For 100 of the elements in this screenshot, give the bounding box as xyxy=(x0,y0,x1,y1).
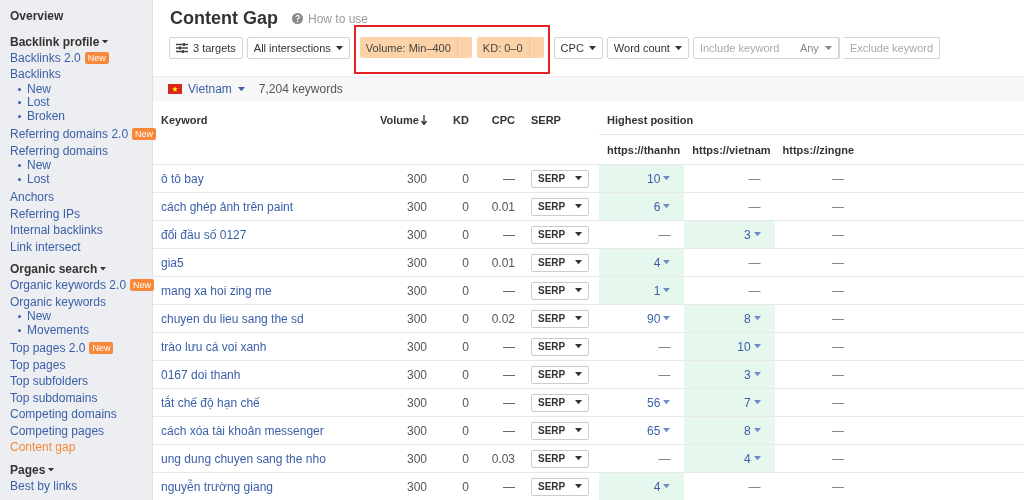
caret-down-icon xyxy=(575,288,583,293)
filter-chip[interactable]: KD: 0–0 xyxy=(476,37,544,58)
sidebar-link[interactable]: Link intersect xyxy=(10,238,81,255)
new-badge: New xyxy=(130,279,155,292)
keyword-link[interactable]: gia5 xyxy=(161,255,184,270)
sidebar-sublink[interactable]: New xyxy=(27,310,51,324)
serp-dropdown[interactable]: SERP xyxy=(531,477,590,496)
sidebar-link[interactable]: Backlinks xyxy=(10,66,61,83)
table-cell: — xyxy=(477,416,523,445)
position-link[interactable]: 6 xyxy=(653,199,671,214)
keyword-link[interactable]: nguyễn trường giang xyxy=(161,479,273,494)
position-link[interactable]: 4 xyxy=(653,255,671,270)
sidebar-sublink[interactable]: Lost xyxy=(27,172,50,186)
keyword-link[interactable]: tắt chế độ hạn chế xyxy=(161,395,260,410)
keyword-link[interactable]: 0167 doi thanh xyxy=(161,367,241,382)
sidebar-link[interactable]: Overview xyxy=(10,8,64,25)
column-header[interactable]: Volume xyxy=(359,105,435,135)
sidebar-heading[interactable]: Backlink profile xyxy=(10,33,152,50)
column-header[interactable]: CPC xyxy=(477,105,523,135)
sidebar-link[interactable]: Organic keywords 2.0 xyxy=(10,277,127,294)
filter-dropdown[interactable]: CPC xyxy=(553,37,603,59)
empty-value: — xyxy=(832,367,845,382)
position-link[interactable]: 1 xyxy=(653,283,671,298)
position-link[interactable]: 3 xyxy=(743,227,761,242)
position-link[interactable]: 65 xyxy=(646,423,671,438)
country-dropdown[interactable]: Vietnam xyxy=(168,82,245,96)
sidebar-link[interactable]: Backlinks 2.0 xyxy=(10,49,81,66)
position-link[interactable]: 10 xyxy=(737,339,761,354)
serp-dropdown[interactable]: SERP xyxy=(531,253,590,272)
empty-value: — xyxy=(832,423,845,438)
sidebar-link[interactable]: Competing pages xyxy=(10,422,105,439)
bullet-icon xyxy=(18,315,21,319)
filter-dropdown[interactable]: Word count xyxy=(606,37,689,59)
exclude-keyword-field[interactable]: Exclude keyword xyxy=(843,37,940,59)
targets-button[interactable]: 3 targets xyxy=(169,37,243,59)
filter-chip[interactable]: Volume: Min–400 xyxy=(359,37,472,58)
sidebar-link[interactable]: Competing domains xyxy=(10,406,117,423)
sidebar-link[interactable]: Referring IPs xyxy=(10,205,81,222)
position-link[interactable]: 56 xyxy=(646,395,671,410)
target-url-header[interactable]: https://thanhn xyxy=(599,134,685,165)
keyword-link[interactable]: cách ghép ảnh trên paint xyxy=(161,199,294,214)
sidebar-link[interactable]: Top subfolders xyxy=(10,373,89,390)
target-url-header[interactable]: https://vietnam xyxy=(684,134,775,165)
sidebar-link[interactable]: Referring domains xyxy=(10,142,109,159)
position-link[interactable]: 4 xyxy=(743,451,761,466)
serp-dropdown[interactable]: SERP xyxy=(531,365,590,384)
serp-dropdown[interactable]: SERP xyxy=(531,449,590,468)
position-link[interactable]: 3 xyxy=(743,367,761,382)
sidebar-sublink[interactable]: New xyxy=(27,82,51,96)
keyword-link[interactable]: đổi đầu số 0127 xyxy=(161,227,247,242)
table-cell: 300 xyxy=(359,220,435,249)
keyword-count: 7,204 keywords xyxy=(258,82,343,96)
sidebar-heading[interactable]: Organic search xyxy=(10,261,152,277)
position-link[interactable]: 90 xyxy=(646,311,671,326)
serp-dropdown[interactable]: SERP xyxy=(531,225,590,244)
serp-dropdown[interactable]: SERP xyxy=(531,421,590,440)
keyword-link[interactable]: chuyen du lieu sang the sd xyxy=(161,311,304,326)
table-cell: 300 xyxy=(359,192,435,221)
sidebar-link[interactable]: Best by links xyxy=(10,477,78,494)
keyword-link[interactable]: ung dung chuyen sang the nho xyxy=(161,451,326,466)
sidebar-heading[interactable]: Pages xyxy=(10,461,152,478)
sidebar-link[interactable]: Top pages xyxy=(10,356,66,373)
serp-dropdown[interactable]: SERP xyxy=(531,281,590,300)
serp-dropdown[interactable]: SERP xyxy=(531,197,590,216)
position-link[interactable]: 8 xyxy=(743,311,761,326)
serp-dropdown[interactable]: SERP xyxy=(531,309,590,328)
table-cell: 300 xyxy=(359,332,435,361)
table-cell: 300 xyxy=(359,388,435,417)
position-link[interactable]: 4 xyxy=(653,479,671,494)
table-cell: 300 xyxy=(359,416,435,445)
serp-dropdown[interactable]: SERP xyxy=(531,337,590,356)
intersections-dropdown[interactable]: All intersections xyxy=(246,37,350,59)
position-link[interactable]: 8 xyxy=(743,423,761,438)
sidebar-link[interactable]: Internal backlinks xyxy=(10,222,103,239)
position-link[interactable]: 10 xyxy=(646,171,671,186)
sidebar-sublink[interactable]: New xyxy=(27,159,51,173)
sidebar-link[interactable]: Anchors xyxy=(10,189,55,206)
empty-value: — xyxy=(832,451,845,466)
keyword-link[interactable]: cách xóa tài khoản messenger xyxy=(161,423,324,438)
sidebar-link[interactable]: Top pages 2.0 xyxy=(10,340,86,357)
sidebar-sublink[interactable]: Movements xyxy=(27,323,90,337)
bullet-icon xyxy=(18,87,21,91)
sidebar-link[interactable]: Top subdomains xyxy=(10,389,98,406)
keyword-link[interactable]: ô tô bay xyxy=(161,171,204,186)
sidebar-sublink[interactable]: Lost xyxy=(27,96,50,110)
keyword-link[interactable]: trào lưu cá voi xanh xyxy=(161,339,267,354)
column-header[interactable]: SERP xyxy=(523,105,599,135)
column-header[interactable]: KD xyxy=(435,105,477,135)
sidebar-link[interactable]: Organic keywords xyxy=(10,293,107,310)
include-keyword-field[interactable]: Include keyword Any xyxy=(692,37,840,59)
target-url-header[interactable]: https://zingne xyxy=(774,134,859,165)
serp-dropdown[interactable]: SERP xyxy=(531,169,590,188)
sidebar-sublink[interactable]: Broken xyxy=(27,109,66,123)
empty-value: — xyxy=(658,367,671,382)
sidebar-link[interactable]: Referring domains 2.0 xyxy=(10,126,129,143)
table-cell: 300 xyxy=(359,304,435,333)
position-link[interactable]: 7 xyxy=(743,395,761,410)
keyword-link[interactable]: mang xa hoi zing me xyxy=(161,283,272,298)
table-cell: — xyxy=(477,332,523,361)
serp-dropdown[interactable]: SERP xyxy=(531,393,590,412)
